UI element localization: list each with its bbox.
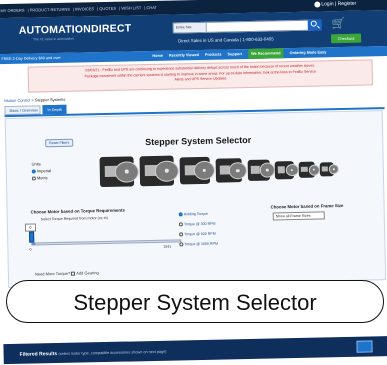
radio-icon xyxy=(178,222,183,227)
quotes-link[interactable]: QUOTES xyxy=(99,6,116,11)
product-returns-link[interactable]: PRODUCT RETURNS xyxy=(30,7,70,13)
motor-image[interactable] xyxy=(215,158,247,183)
site-tagline: The #1 value in automation xyxy=(32,36,74,42)
radio-selected-icon xyxy=(178,212,183,217)
radio-icon xyxy=(179,232,184,237)
radio-selected-icon xyxy=(31,169,36,174)
results-grid-icon[interactable] xyxy=(356,340,373,353)
torque-value-field[interactable]: 0 xyxy=(24,223,37,232)
cart-icon[interactable]: 🛒 xyxy=(332,17,354,31)
my-orders-link[interactable]: MY ORDERS xyxy=(0,8,24,14)
nav-recently-viewed[interactable]: Recently Viewed xyxy=(169,53,199,58)
caption-banner: Stepper System Selector xyxy=(6,280,384,323)
reset-filters-button[interactable]: Reset Filters xyxy=(45,138,74,148)
breadcrumb-current: Stepper Systems xyxy=(34,96,66,103)
slider-min-label: 0 xyxy=(29,247,32,252)
motor-image[interactable] xyxy=(319,162,339,177)
torque-slider-handle[interactable] xyxy=(29,231,35,243)
gearing-label: Add Gearing xyxy=(76,270,99,276)
motor-image[interactable] xyxy=(139,155,180,187)
radio-icon xyxy=(31,176,36,181)
units-metric-radio[interactable]: Metric xyxy=(31,175,48,181)
search-icon xyxy=(310,20,317,27)
torque-type-options: Holding Torque Torque @ 300 RPM Torque @… xyxy=(178,209,218,250)
nav-support[interactable]: Support xyxy=(227,52,242,56)
invoices-link[interactable]: INVOICES xyxy=(75,6,94,11)
slider-max-label: 1841 xyxy=(163,244,172,249)
units-imperial-radio[interactable]: Imperial xyxy=(31,168,51,174)
units-label: Units xyxy=(31,161,41,167)
breadcrumb: Motion Control > Stepper Systems xyxy=(4,96,66,104)
checkout-button[interactable]: Checkout xyxy=(330,33,362,44)
nav-products[interactable]: Products xyxy=(205,53,222,57)
gearing-checkbox[interactable] xyxy=(71,271,76,276)
wish-list-link[interactable]: WISH LIST xyxy=(121,5,141,10)
filtered-results-note: (select motor type, compatible accessori… xyxy=(58,349,167,357)
search-scope-select[interactable]: Entire Site xyxy=(173,22,207,33)
search-input[interactable]: Entire Site xyxy=(172,19,322,34)
delivery-promo[interactable]: FREE 2-Day Delivery $49 and over xyxy=(1,53,61,64)
nav-ordering[interactable]: Ordering Made Easy xyxy=(290,50,327,55)
site-logo[interactable]: AUTOMATIONDIRECT xyxy=(19,22,132,36)
motor-image[interactable] xyxy=(247,159,275,181)
motor-size-images xyxy=(99,150,340,189)
nav-we-recommend[interactable]: We Recommend xyxy=(248,48,284,59)
search-button[interactable] xyxy=(307,19,322,31)
motor-image[interactable] xyxy=(298,161,320,178)
sales-phone-line: Direct Sales in US and Canada | 1-800-63… xyxy=(178,36,274,44)
nav-home[interactable]: Home xyxy=(152,54,163,58)
chat-link[interactable]: CHAT xyxy=(146,5,157,10)
torque-1000-radio[interactable]: Torque @ 1000 RPM xyxy=(179,239,218,250)
motor-image[interactable] xyxy=(99,156,140,188)
breadcrumb-parent[interactable]: Motion Control xyxy=(4,98,30,104)
screenshot: MY ORDERS | PRODUCT RETURNS | INVOICES | QU… xyxy=(0,0,387,365)
motor-image[interactable] xyxy=(179,156,216,185)
more-torque-label: Need More Torque? xyxy=(34,270,71,277)
frame-size-select[interactable]: Show all Frame Sizes xyxy=(272,211,325,221)
torque-slider-fill xyxy=(32,243,36,245)
caption-text: Stepper System Selector xyxy=(73,290,317,315)
person-icon xyxy=(314,1,321,8)
radio-icon xyxy=(179,242,184,247)
motor-image[interactable] xyxy=(274,161,299,180)
shipping-notice: 03/03/21 - FedEx and UPS are continuing … xyxy=(27,59,374,93)
